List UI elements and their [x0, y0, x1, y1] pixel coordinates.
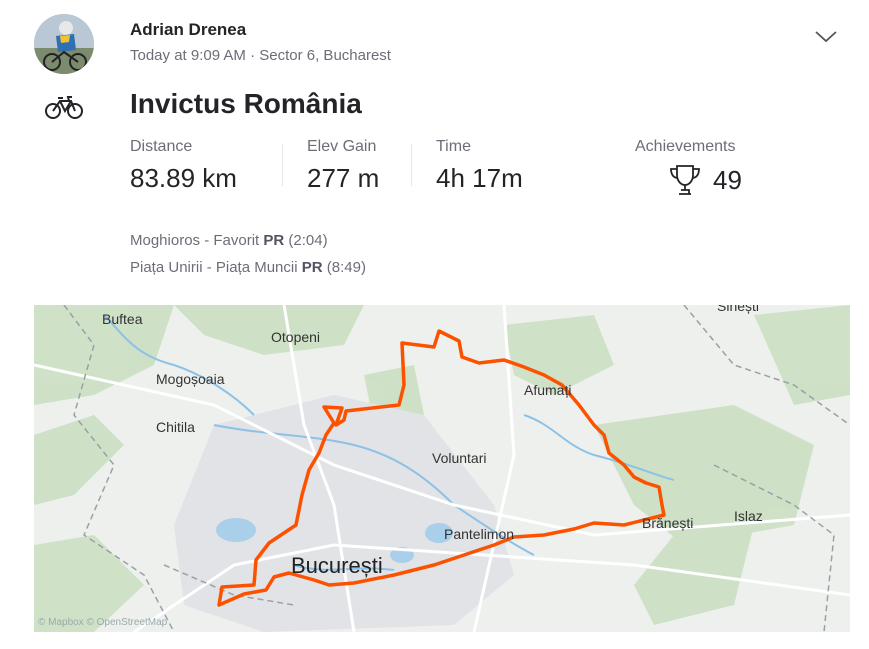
- avatar-photo: [34, 14, 94, 74]
- segment-list: Moghioros - Favorit PR (2:04) Piața Unir…: [130, 227, 366, 281]
- stat-label: Elev Gain: [307, 138, 377, 155]
- activity-meta: Today at 9:09 AM · Sector 6, Bucharest: [130, 47, 391, 64]
- achievements-count: 49: [713, 164, 742, 195]
- map-label-islaz: Islaz: [734, 508, 763, 524]
- chevron-down-icon[interactable]: [812, 26, 840, 46]
- map-label-pantelimon: Pantelimon: [444, 526, 514, 542]
- segment-item[interactable]: Moghioros - Favorit PR (2:04): [130, 227, 366, 254]
- trophy-icon: [670, 165, 700, 195]
- athlete-name[interactable]: Adrian Drenea: [130, 20, 246, 40]
- bike-icon: [45, 96, 83, 119]
- stat-value: 277 m: [307, 163, 380, 193]
- stat-time: Time 4h 17m: [436, 138, 523, 194]
- pr-badge: PR: [263, 232, 285, 249]
- stat-label: Achievements: [635, 138, 736, 155]
- stat-label: Distance: [130, 138, 193, 155]
- activity-title[interactable]: Invictus România: [130, 88, 362, 120]
- map-label-afumati: Afumați: [524, 382, 571, 398]
- stat-elev-gain: Elev Gain 277 m: [307, 138, 379, 194]
- athlete-avatar[interactable]: [34, 14, 94, 74]
- map-label-chitila: Chitila: [156, 419, 195, 435]
- map-attribution[interactable]: © Mapbox © OpenStreetMap: [38, 617, 167, 628]
- stat-value: 4h 17m: [436, 163, 523, 193]
- segment-name: Piața Unirii - Piața Muncii: [130, 259, 298, 276]
- stat-value: 83.89 km: [130, 163, 237, 193]
- map-label-sinesti: Sinești: [717, 305, 759, 314]
- stat-divider: [282, 144, 283, 186]
- map-canvas: Buftea Otopeni Sinești Mogoșoaia Afumați…: [34, 305, 850, 632]
- segment-time: (2:04): [288, 232, 328, 249]
- stat-achievements[interactable]: Achievements 49: [635, 138, 742, 197]
- map-label-otopeni: Otopeni: [271, 329, 320, 345]
- route-map[interactable]: Buftea Otopeni Sinești Mogoșoaia Afumați…: [34, 305, 850, 632]
- segment-name: Moghioros - Favorit: [130, 232, 260, 249]
- map-label-mogosoaia: Mogoșoaia: [156, 371, 225, 387]
- stat-distance: Distance 83.89 km: [130, 138, 237, 194]
- map-label-buftea: Buftea: [102, 311, 143, 327]
- map-label-branesti: Brănești: [642, 515, 693, 531]
- pr-badge: PR: [301, 259, 323, 276]
- map-label-voluntari: Voluntari: [432, 450, 486, 466]
- stat-divider: [411, 144, 412, 186]
- segment-item[interactable]: Piața Unirii - Piața Muncii PR (8:49): [130, 254, 366, 281]
- segment-time: (8:49): [326, 259, 366, 276]
- stat-label: Time: [436, 138, 471, 155]
- map-label-bucuresti: București: [291, 553, 383, 578]
